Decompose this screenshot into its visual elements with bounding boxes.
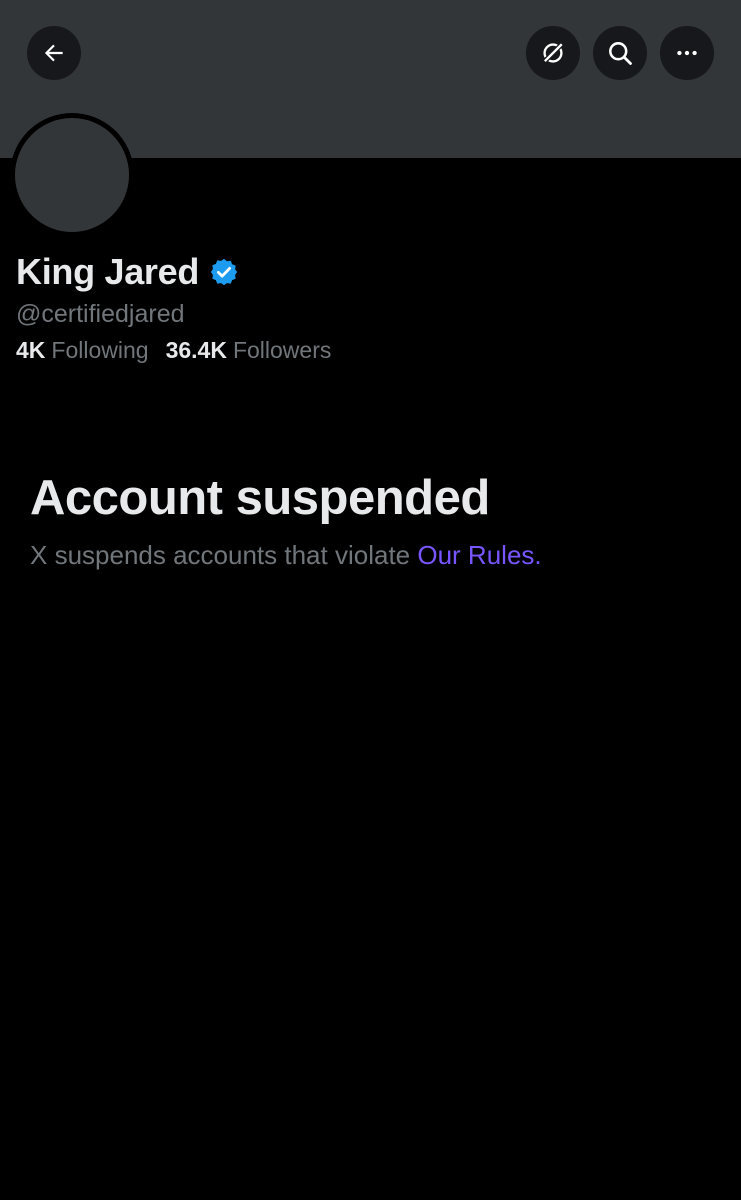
follow-stats: 4K Following 36.4K Followers bbox=[16, 337, 348, 364]
display-name-row: King Jared bbox=[16, 250, 239, 294]
profile-handle: @certifiedjared bbox=[16, 300, 185, 328]
verified-badge-icon[interactable] bbox=[209, 257, 239, 287]
suspension-trailing: . bbox=[534, 540, 542, 570]
followers-label: Followers bbox=[232, 337, 332, 363]
grok-button[interactable] bbox=[526, 26, 580, 80]
followers-count: 36.4K bbox=[165, 337, 227, 363]
following-label: Following bbox=[51, 337, 149, 363]
search-icon bbox=[606, 39, 634, 67]
display-name: King Jared bbox=[16, 251, 200, 292]
more-horizontal-icon bbox=[674, 40, 700, 66]
suspension-description: X suspends accounts that violate Our Rul… bbox=[30, 540, 542, 571]
arrow-left-icon bbox=[41, 40, 67, 66]
following-count: 4K bbox=[16, 337, 46, 363]
grok-icon bbox=[539, 39, 567, 67]
suspension-text: X suspends accounts that violate bbox=[30, 540, 418, 570]
back-button[interactable] bbox=[27, 26, 81, 80]
avatar[interactable] bbox=[10, 113, 134, 237]
following-link[interactable]: 4K Following bbox=[16, 337, 149, 364]
our-rules-link[interactable]: Our Rules bbox=[417, 540, 534, 570]
search-button[interactable] bbox=[593, 26, 647, 80]
suspension-title: Account suspended bbox=[30, 471, 490, 525]
followers-link[interactable]: 36.4K Followers bbox=[166, 337, 332, 364]
more-options-button[interactable] bbox=[660, 26, 714, 80]
